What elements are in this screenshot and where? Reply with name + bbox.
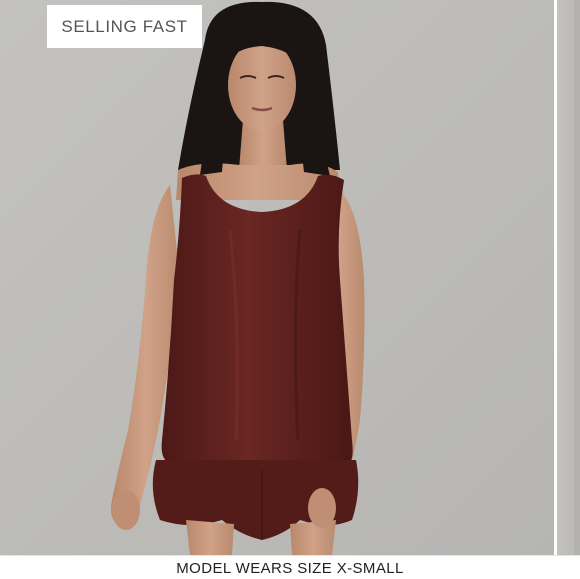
product-gallery: SELLING FAST MODEL WEARS SIZE X-SMALL <box>0 0 580 579</box>
caption-bar: MODEL WEARS SIZE X-SMALL <box>0 555 580 579</box>
model-size-caption: MODEL WEARS SIZE X-SMALL <box>176 560 404 577</box>
badge-label: SELLING FAST <box>61 16 188 36</box>
model-illustration <box>0 0 554 555</box>
next-photo-edge <box>574 0 580 555</box>
next-product-photo[interactable] <box>557 0 580 555</box>
product-photo[interactable] <box>0 0 554 555</box>
selling-fast-badge: SELLING FAST <box>47 5 202 48</box>
